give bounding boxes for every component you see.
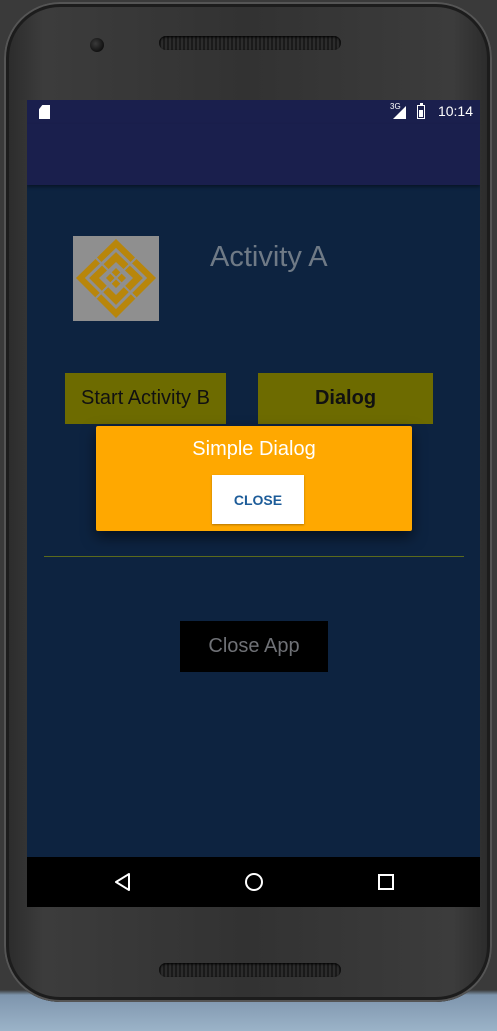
page-title: Activity A — [210, 241, 328, 273]
device-screen: 3G 10:14 Activity A Start Activity B Dia… — [27, 100, 480, 907]
divider — [44, 556, 464, 557]
start-activity-b-button[interactable]: Start Activity B — [65, 373, 226, 424]
recents-icon[interactable] — [374, 870, 398, 894]
front-camera — [90, 38, 104, 52]
ornamental-logo-icon — [73, 236, 159, 321]
status-time: 10:14 — [437, 103, 473, 119]
navigation-bar — [27, 857, 480, 907]
battery-icon — [417, 103, 425, 119]
sd-card-icon — [39, 105, 50, 119]
app-bar — [27, 124, 480, 185]
earpiece-speaker — [159, 36, 341, 50]
close-app-button[interactable]: Close App — [180, 621, 328, 672]
back-icon[interactable] — [111, 870, 135, 894]
dialog-button[interactable]: Dialog — [258, 373, 433, 424]
network-type: 3G — [390, 102, 401, 111]
bottom-speaker — [159, 963, 341, 977]
dialog-title: Simple Dialog — [192, 438, 316, 460]
home-icon[interactable] — [242, 870, 266, 894]
phone-frame: 3G 10:14 Activity A Start Activity B Dia… — [4, 2, 492, 1002]
dialog-close-button[interactable]: CLOSE — [212, 475, 304, 524]
simple-dialog: Simple Dialog CLOSE — [96, 426, 412, 531]
status-bar: 3G 10:14 — [27, 100, 480, 124]
